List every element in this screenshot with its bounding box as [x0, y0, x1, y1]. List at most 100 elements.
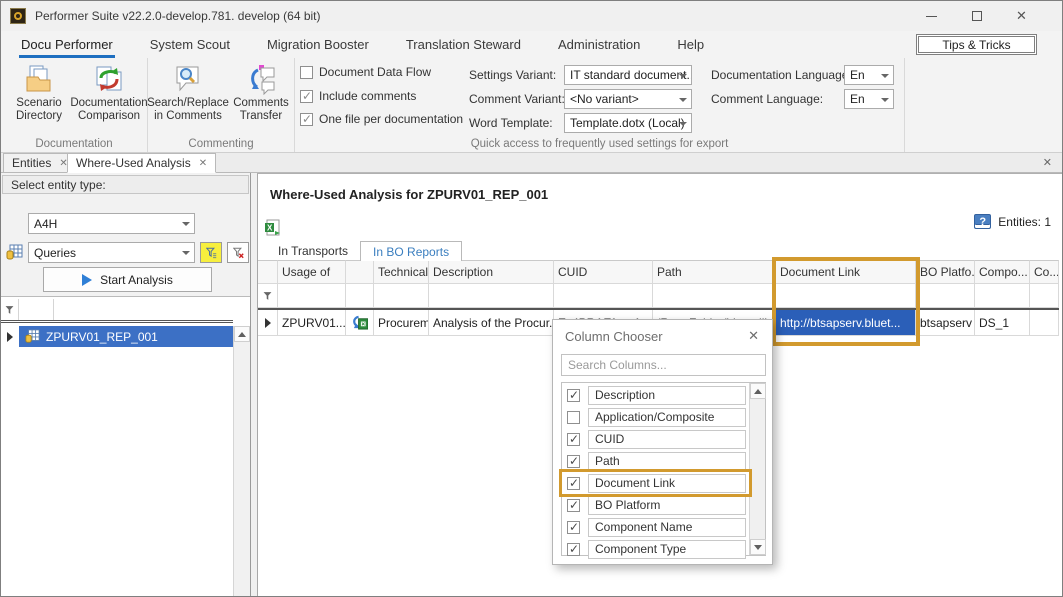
help-book-icon: ? — [974, 214, 991, 229]
cell-report-icon — [346, 310, 374, 336]
checkbox-box[interactable] — [567, 521, 580, 534]
ribbon-tab-bar: Docu Performer System Scout Migration Bo… — [1, 31, 1062, 58]
ribbon-tab-administration[interactable]: Administration — [556, 33, 642, 58]
documentation-comparison-icon — [93, 63, 125, 95]
svg-text:X: X — [267, 224, 273, 233]
ribbon-tab-translation-steward[interactable]: Translation Steward — [404, 33, 523, 58]
close-button[interactable]: ✕ — [999, 1, 1044, 31]
chooser-scrollbar[interactable] — [749, 383, 765, 555]
cell-technical[interactable]: Procurem... — [374, 310, 429, 336]
search-columns-input[interactable] — [561, 354, 766, 376]
tree-row[interactable]: ZPURV01_REP_001 — [1, 326, 233, 347]
expand-arrow-icon[interactable] — [1, 332, 19, 342]
settings-variant-select[interactable]: IT standard document... — [564, 65, 692, 85]
header-component-name[interactable]: Compo... — [975, 260, 1030, 284]
scroll-up-button[interactable] — [750, 383, 766, 399]
comment-language-select[interactable]: En — [844, 89, 894, 109]
ribbon-tab-help[interactable]: Help — [675, 33, 706, 58]
excel-export-icon[interactable]: X — [264, 219, 282, 237]
filter-icon — [206, 247, 217, 259]
header-bo-platform[interactable]: BO Platfo... — [916, 260, 975, 284]
selected-entity[interactable]: ZPURV01_REP_001 — [19, 326, 233, 347]
tab-in-bo-reports[interactable]: In BO Reports — [360, 241, 462, 261]
comment-variant-select[interactable]: <No variant> — [564, 89, 692, 109]
documentation-language-select[interactable]: En — [844, 65, 894, 85]
expand-arrow-icon — [265, 318, 271, 328]
header-usage-of[interactable]: Usage of — [278, 260, 346, 284]
column-item-application-composite[interactable]: Application/Composite — [562, 406, 749, 428]
tree-scrollbar[interactable] — [233, 326, 250, 597]
settings-variant-label: Settings Variant: — [469, 68, 556, 82]
column-item-component-name[interactable]: Component Name — [562, 516, 749, 538]
title-bar: Performer Suite v22.2.0-develop.781. dev… — [1, 1, 1062, 31]
checkbox-document-data-flow[interactable]: Document Data Flow — [300, 65, 431, 79]
cell-description[interactable]: Analysis of the Procur... — [429, 310, 554, 336]
minimize-button[interactable] — [909, 1, 954, 31]
tab-where-used-analysis[interactable]: Where-Used Analysis ✕ — [67, 153, 216, 173]
word-template-label: Word Template: — [469, 116, 553, 130]
header-technical[interactable]: Technical... — [374, 260, 429, 284]
checkbox-box[interactable] — [567, 389, 580, 402]
comments-transfer-button[interactable]: Comments Transfer — [230, 63, 292, 123]
ribbon-tab-docu-performer[interactable]: Docu Performer — [19, 33, 115, 58]
ribbon-tab-migration-booster[interactable]: Migration Booster — [265, 33, 371, 58]
row-expand-arrow[interactable] — [258, 310, 278, 336]
header-path[interactable]: Path — [653, 260, 776, 284]
checkbox-box[interactable] — [567, 499, 580, 512]
header-component-type[interactable]: Co... — [1030, 260, 1059, 284]
chevron-down-icon — [182, 251, 190, 255]
checkbox-box[interactable] — [567, 455, 580, 468]
column-item-path[interactable]: Path — [562, 450, 749, 472]
close-icon[interactable]: ✕ — [748, 328, 759, 344]
grid-filter-row[interactable] — [258, 284, 1059, 310]
cell-component-name[interactable]: DS_1 — [975, 310, 1030, 336]
cell-usage-of[interactable]: ZPURV01... — [278, 310, 346, 336]
checkbox-box[interactable] — [300, 113, 313, 126]
scenario-directory-button[interactable]: Scenario Directory — [6, 63, 72, 123]
tips-and-tricks-button[interactable]: Tips & Tricks — [916, 34, 1037, 55]
column-item-document-link[interactable]: Document Link — [562, 472, 749, 494]
word-template-select[interactable]: Template.dotx (Local) — [564, 113, 692, 133]
column-item-component-type[interactable]: Component Type — [562, 538, 749, 560]
close-icon[interactable]: ✕ — [1043, 156, 1052, 169]
checkbox-box[interactable] — [567, 411, 580, 424]
column-item-cuid[interactable]: CUID — [562, 428, 749, 450]
start-analysis-button[interactable]: Start Analysis — [43, 267, 212, 292]
search-replace-in-comments-button[interactable]: Search/Replace in Comments — [150, 63, 226, 123]
checkbox-box[interactable] — [567, 477, 580, 490]
scroll-up-button[interactable] — [234, 326, 250, 342]
checkbox-box[interactable] — [567, 543, 580, 556]
tab-in-transports[interactable]: In Transports — [266, 241, 360, 261]
clear-filter-button[interactable] — [227, 242, 249, 263]
column-item-bo-platform[interactable]: BO Platform — [562, 494, 749, 516]
column-item-description[interactable]: Description — [562, 384, 749, 406]
cell-document-link[interactable]: http://btsapserv.bluet... — [776, 310, 916, 336]
entity-type-select[interactable]: Queries — [28, 242, 195, 263]
tab-entities[interactable]: Entities ✕ — [3, 153, 77, 173]
documentation-language-label: Documentation Language: — [711, 68, 852, 82]
system-select[interactable]: A4H — [28, 213, 195, 234]
header-description[interactable]: Description — [429, 260, 554, 284]
checkbox-one-file-per-documentation[interactable]: One file per documentation — [300, 112, 463, 126]
close-icon[interactable]: ✕ — [199, 158, 207, 169]
select-entity-type-header: Select entity type: — [2, 175, 249, 194]
checkbox-include-comments[interactable]: Include comments — [300, 89, 416, 103]
chevron-down-icon — [679, 122, 687, 126]
cell-bo-platform[interactable]: btsapserv — [916, 310, 975, 336]
documentation-comparison-button[interactable]: Documentation Comparison — [76, 63, 142, 123]
header-document-link[interactable]: Document Link — [776, 260, 916, 284]
checkbox-box[interactable] — [567, 433, 580, 446]
column-chooser-dialog: Column Chooser ✕ Description Application… — [552, 319, 773, 565]
header-cuid[interactable]: CUID — [554, 260, 653, 284]
filter-edit-button[interactable] — [200, 242, 222, 263]
checkbox-box[interactable] — [300, 90, 313, 103]
checkbox-box[interactable] — [300, 66, 313, 79]
group-caption-commenting: Commenting — [148, 138, 294, 150]
clear-filter-icon — [233, 247, 244, 259]
ribbon-tab-system-scout[interactable]: System Scout — [148, 33, 232, 58]
column-list: Description Application/Composite CUID P… — [561, 382, 766, 556]
maximize-button[interactable] — [954, 1, 999, 31]
tree-filter-row[interactable] — [1, 299, 233, 323]
scroll-down-button[interactable] — [750, 539, 766, 555]
cell-component-type[interactable] — [1030, 310, 1059, 336]
